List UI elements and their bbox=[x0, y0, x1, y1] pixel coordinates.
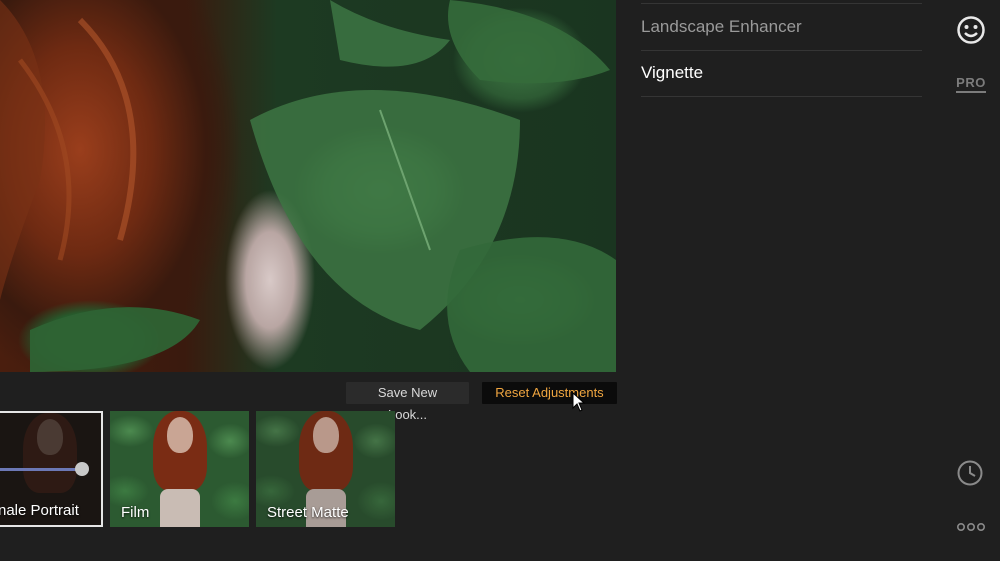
clock-icon[interactable] bbox=[956, 459, 984, 487]
pro-badge[interactable]: PRO bbox=[956, 75, 986, 93]
thumbnail-image-face bbox=[166, 417, 193, 453]
thumbnail-image-face bbox=[36, 419, 63, 455]
look-thumbnail-street-matte[interactable]: Street Matte bbox=[256, 411, 395, 527]
thumbnail-image-face bbox=[312, 417, 339, 453]
smiley-icon[interactable] bbox=[956, 15, 986, 45]
leaf-detail-graphic bbox=[0, 0, 616, 372]
more-dots-icon[interactable] bbox=[956, 520, 986, 534]
look-label: Film bbox=[121, 504, 150, 521]
pro-badge-label: PRO bbox=[956, 75, 986, 90]
panel-item-landscape-enhancer[interactable]: Landscape Enhancer bbox=[641, 4, 922, 51]
look-thumbnail-film[interactable]: Film bbox=[110, 411, 249, 527]
mouse-cursor-icon bbox=[572, 392, 586, 412]
look-strength-slider-knob[interactable] bbox=[75, 462, 89, 476]
look-strength-slider-track[interactable] bbox=[0, 468, 80, 471]
panel-item-vignette[interactable]: Vignette bbox=[641, 50, 922, 97]
pro-badge-underline bbox=[956, 91, 986, 93]
reset-adjustments-button[interactable]: Reset Adjustments bbox=[482, 382, 617, 404]
look-label: Street Matte bbox=[267, 504, 349, 521]
look-label: nale Portrait bbox=[0, 502, 79, 519]
thumbnail-image-shirt bbox=[159, 489, 200, 527]
look-thumbnail-portrait[interactable]: nale Portrait bbox=[0, 411, 103, 527]
save-new-look-button[interactable]: Save New Look... bbox=[346, 382, 469, 422]
photo-preview[interactable] bbox=[0, 0, 616, 372]
